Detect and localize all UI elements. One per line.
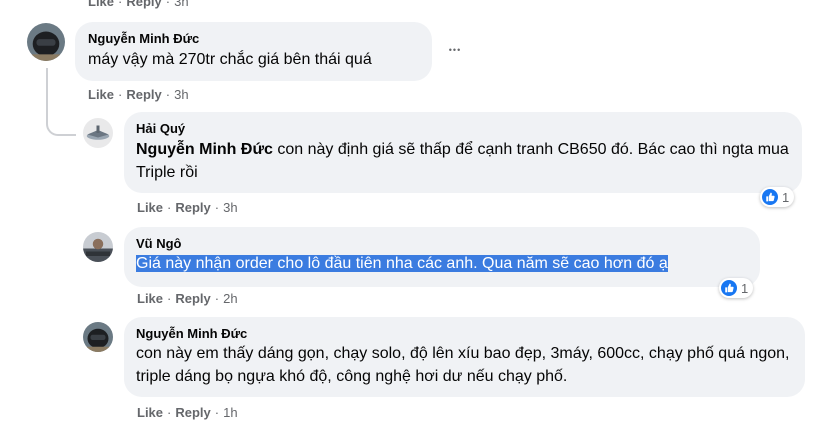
reply-button[interactable]: Reply: [175, 200, 210, 215]
separator: ·: [165, 87, 171, 102]
avatar[interactable]: [27, 23, 65, 61]
timestamp[interactable]: 3h: [174, 87, 188, 102]
timestamp[interactable]: 3h: [223, 200, 237, 215]
reply-button[interactable]: Reply: [126, 87, 161, 102]
separator: ·: [165, 0, 171, 9]
avatar-image: [83, 118, 113, 148]
comment-author[interactable]: Nguyễn Minh Đức: [136, 326, 793, 341]
avatar[interactable]: [83, 232, 113, 262]
comment-author[interactable]: Hải Quý: [136, 121, 790, 136]
comment-text: máy vậy mà 270tr chắc giá bên thái quá: [88, 51, 372, 68]
reaction-count[interactable]: 1: [760, 187, 795, 207]
reply-button[interactable]: Reply: [175, 291, 210, 306]
comment-text: con này em thấy dáng gọn, chạy solo, độ …: [136, 345, 790, 385]
mention-link[interactable]: Nguyễn Minh Đức: [136, 141, 273, 158]
comment-text: Nguyễn Minh Đức con này định giá sẽ thấp…: [136, 138, 790, 184]
reaction-count[interactable]: 1: [719, 278, 754, 298]
like-button[interactable]: Like: [137, 405, 163, 420]
separator: ·: [214, 200, 220, 215]
separator: ·: [167, 200, 172, 215]
comment-author[interactable]: Nguyễn Minh Đức: [88, 31, 419, 46]
reply-button[interactable]: Reply: [175, 405, 210, 420]
avatar-image: [83, 322, 113, 352]
more-options-button[interactable]: •••: [443, 38, 467, 62]
timestamp[interactable]: 2h: [223, 291, 237, 306]
avatar[interactable]: [83, 322, 113, 352]
comment-bubble: Hải Quý Nguyễn Minh Đức con này định giá…: [124, 112, 802, 193]
separator: ·: [167, 291, 172, 306]
selected-text: Giá này nhận order cho lô đầu tiên nha c…: [136, 255, 668, 272]
like-button[interactable]: Like: [88, 0, 114, 9]
timestamp[interactable]: 1h: [223, 405, 237, 420]
like-button[interactable]: Like: [137, 200, 163, 215]
separator: ·: [214, 405, 220, 420]
comment-bubble: Nguyễn Minh Đức con này em thấy dáng gọn…: [124, 317, 805, 397]
avatar-image: [83, 232, 113, 262]
more-icon: •••: [448, 45, 462, 55]
comment-actions: Like · Reply · 1h: [137, 405, 238, 420]
timestamp[interactable]: 3h: [174, 0, 188, 9]
avatar-image: [27, 23, 65, 61]
reaction-number: 1: [741, 280, 749, 296]
comment-actions: Like · Reply · 2h: [137, 291, 238, 306]
avatar[interactable]: [83, 118, 113, 148]
like-reaction-icon: [721, 280, 737, 296]
comment-actions: Like · Reply · 3h: [137, 200, 238, 215]
separator: ·: [118, 87, 123, 102]
like-button[interactable]: Like: [88, 87, 114, 102]
comment-bubble: Nguyễn Minh Đức máy vậy mà 270tr chắc gi…: [75, 22, 432, 81]
separator: ·: [167, 405, 172, 420]
separator: ·: [118, 0, 123, 9]
comment-author[interactable]: Vũ Ngô: [136, 236, 748, 251]
comment-bubble: Vũ Ngô Giá này nhận order cho lô đầu tiê…: [124, 227, 760, 287]
comment-text: Giá này nhận order cho lô đầu tiên nha c…: [136, 252, 748, 275]
top-comment-actions: Like · Reply · 3h: [88, 0, 189, 9]
separator: ·: [214, 291, 220, 306]
like-button[interactable]: Like: [137, 291, 163, 306]
reply-button[interactable]: Reply: [126, 0, 161, 9]
thread-connector: [46, 96, 76, 136]
like-reaction-icon: [762, 189, 778, 205]
reaction-number: 1: [782, 189, 790, 205]
comment-actions: Like · Reply · 3h: [88, 87, 189, 102]
